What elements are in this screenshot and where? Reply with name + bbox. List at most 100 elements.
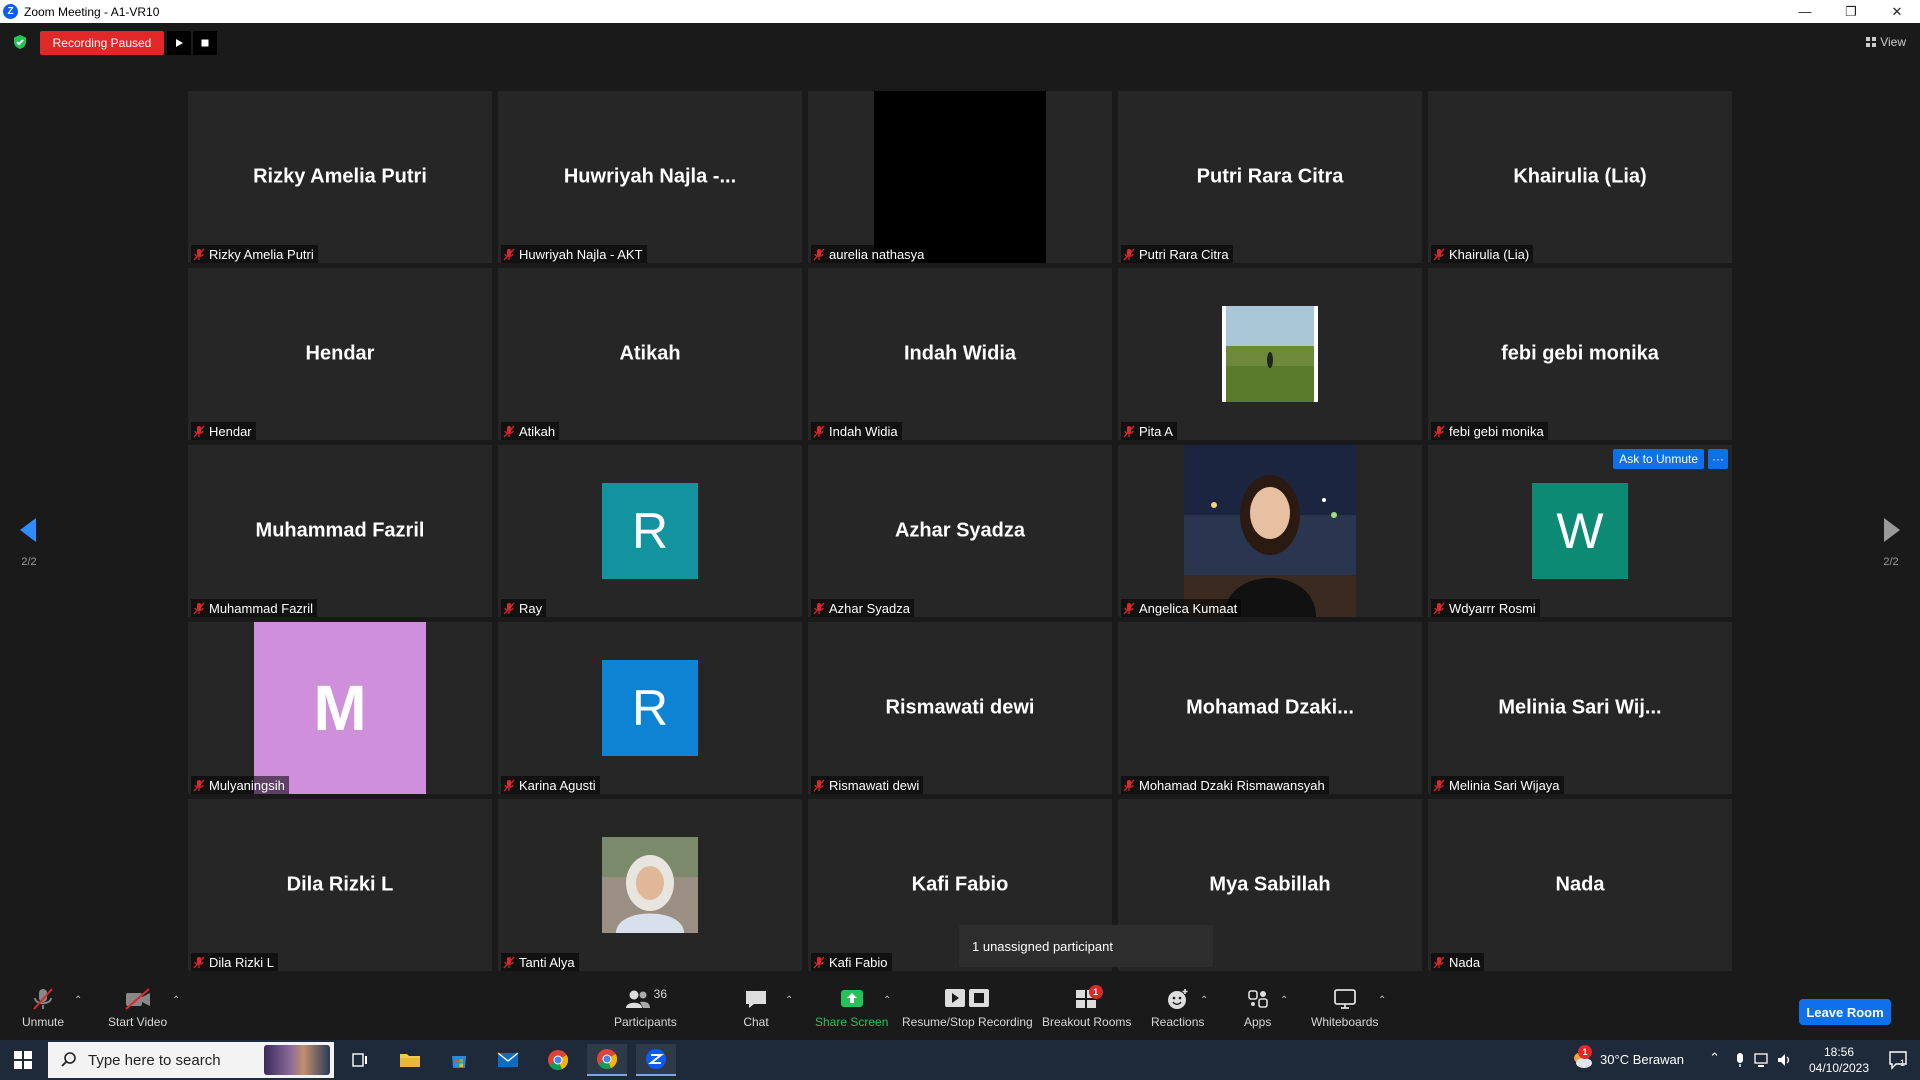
participant-label-text: Indah Widia	[829, 423, 898, 439]
participant-label-text: febi gebi monika	[1449, 423, 1544, 439]
participant-tile[interactable]: Putri Rara Citra Putri Rara Citra	[1118, 91, 1422, 263]
chrome-icon[interactable]	[538, 1044, 578, 1076]
start-video-label: Start Video	[108, 1015, 168, 1029]
minimize-button[interactable]: —	[1782, 0, 1828, 23]
participant-label-text: Melinia Sari Wijaya	[1449, 777, 1560, 793]
recording-controls-icon	[945, 989, 990, 1007]
zoom-app-icon[interactable]	[636, 1044, 676, 1076]
shield-check-icon[interactable]	[12, 34, 28, 50]
participant-tile[interactable]: M Mulyaningsih	[188, 622, 492, 794]
windows-start-icon[interactable]	[14, 1051, 32, 1069]
participant-tile[interactable]: Angelica Kumaat	[1118, 445, 1422, 617]
whiteboards-options-caret-icon[interactable]: ⌃	[1378, 995, 1386, 1006]
more-options-button[interactable]: ···	[1708, 449, 1728, 469]
participants-icon	[625, 990, 650, 1008]
mic-muted-icon	[193, 602, 205, 614]
participant-display-name: Khairulia (Lia)	[1513, 165, 1647, 188]
participant-name-label: Rizky Amelia Putri	[191, 245, 318, 263]
participant-tile[interactable]: Rismawati dewi Rismawati dewi	[808, 622, 1112, 794]
participant-tile[interactable]: Khairulia (Lia) Khairulia (Lia)	[1428, 91, 1732, 263]
unmute-button[interactable]: Unmute	[22, 987, 64, 1029]
leave-room-button[interactable]: Leave Room	[1799, 999, 1891, 1025]
chat-options-caret-icon[interactable]: ⌃	[785, 995, 793, 1006]
stop-recording-button[interactable]	[193, 31, 217, 55]
notification-center-icon[interactable]: 1	[1888, 1050, 1908, 1073]
weather-alert-badge: 1	[1578, 1045, 1592, 1059]
share-options-caret-icon[interactable]: ⌃	[883, 995, 891, 1006]
previous-page-arrow-icon[interactable]	[14, 515, 44, 545]
participant-tile[interactable]: Indah Widia Indah Widia	[808, 268, 1112, 440]
participant-tile[interactable]: Rizky Amelia Putri Rizky Amelia Putri	[188, 91, 492, 263]
share-screen-icon	[840, 990, 863, 1007]
chat-icon	[746, 991, 766, 1008]
play-icon	[176, 39, 183, 47]
participant-tile[interactable]: Hendar Hendar	[188, 268, 492, 440]
participant-display-name: Hendar	[305, 342, 375, 365]
reactions-options-caret-icon[interactable]: ⌃	[1200, 995, 1208, 1006]
participant-display-name: Azhar Syadza	[894, 519, 1026, 542]
participant-tile[interactable]: Dila Rizki L Dila Rizki L	[188, 799, 492, 971]
chat-button[interactable]: Chat	[743, 987, 769, 1029]
volume-icon[interactable]	[1776, 1052, 1792, 1068]
participant-display-name: Rismawati dewi	[885, 696, 1035, 719]
file-explorer-icon[interactable]	[390, 1044, 430, 1076]
participant-gallery: Rizky Amelia Putri Rizky Amelia Putri Hu…	[188, 91, 1732, 971]
reactions-button[interactable]: Reactions	[1151, 987, 1204, 1029]
participant-tile[interactable]: Muhammad Fazril Muhammad Fazril	[188, 445, 492, 617]
weather-icon[interactable]: 1	[1570, 1045, 1594, 1074]
ask-to-unmute-button[interactable]: Ask to Unmute	[1613, 449, 1704, 469]
participant-tile[interactable]: Mohamad Dzaki... Mohamad Dzaki Rismawans…	[1118, 622, 1422, 794]
participant-tile[interactable]: Nada Nada	[1428, 799, 1732, 971]
apps-button[interactable]: Apps	[1244, 987, 1271, 1029]
chat-label: Chat	[743, 1015, 769, 1029]
participant-tile[interactable]: Atikah Atikah	[498, 268, 802, 440]
participant-name-label: Azhar Syadza	[811, 599, 914, 617]
participant-label-text: Karina Agusti	[519, 777, 596, 793]
resume-recording-button[interactable]	[167, 31, 191, 55]
video-options-caret-icon[interactable]: ⌃	[172, 995, 180, 1006]
participant-name-label: Melinia Sari Wijaya	[1431, 776, 1564, 794]
mic-muted-icon	[503, 248, 515, 260]
microsoft-store-icon[interactable]	[439, 1044, 479, 1076]
close-button[interactable]: ✕	[1874, 0, 1920, 23]
breakout-rooms-button[interactable]: 1 Breakout Rooms	[1042, 985, 1131, 1029]
start-video-button[interactable]: Start Video	[108, 987, 167, 1029]
meeting-toolbar: Unmute ⌃ Start Video ⌃ 36 Participants C…	[0, 981, 1920, 1040]
video-off-icon	[124, 988, 150, 1010]
chrome-profile-icon[interactable]	[587, 1044, 627, 1076]
mic-muted-icon	[1433, 425, 1445, 437]
participant-tile[interactable]: Pita A	[1118, 268, 1422, 440]
participant-tile[interactable]: Huwriyah Najla -... Huwriyah Najla - AKT	[498, 91, 802, 263]
participant-tile[interactable]: W Ask to Unmute ··· Wdyarrr Rosmi	[1428, 445, 1732, 617]
avatar-initial: W	[1532, 483, 1628, 579]
resume-stop-recording-button[interactable]: Resume/Stop Recording	[902, 987, 1033, 1029]
audio-options-caret-icon[interactable]: ⌃	[74, 995, 82, 1006]
clock[interactable]: 18:56 04/10/2023	[1804, 1044, 1874, 1076]
microphone-tray-icon[interactable]	[1734, 1052, 1746, 1068]
participant-tile[interactable]: aurelia nathasya	[808, 91, 1112, 263]
participant-tile[interactable]: Tanti Alya	[498, 799, 802, 971]
participant-name-label: Pita A	[1121, 422, 1177, 440]
restore-button[interactable]: ❐	[1828, 0, 1874, 23]
show-hidden-icons-caret-icon[interactable]: ⌃	[1709, 1050, 1720, 1066]
taskbar-search-box[interactable]: Type here to search	[48, 1042, 334, 1078]
whiteboards-button[interactable]: Whiteboards	[1311, 987, 1378, 1029]
participant-tile[interactable]: R Ray	[498, 445, 802, 617]
mic-off-icon	[33, 988, 53, 1010]
participant-name-label: Muhammad Fazril	[191, 599, 318, 617]
participant-label-text: Huwriyah Najla - AKT	[519, 246, 643, 262]
share-screen-button[interactable]: Share Screen	[815, 987, 888, 1029]
participant-tile[interactable]: R Karina Agusti	[498, 622, 802, 794]
whiteboard-icon	[1333, 989, 1356, 1009]
apps-options-caret-icon[interactable]: ⌃	[1280, 995, 1288, 1006]
participant-tile[interactable]: febi gebi monika febi gebi monika	[1428, 268, 1732, 440]
participant-tile[interactable]: Azhar Syadza Azhar Syadza	[808, 445, 1112, 617]
participant-tile[interactable]: Melinia Sari Wij... Melinia Sari Wijaya	[1428, 622, 1732, 794]
participant-label-text: Angelica Kumaat	[1139, 600, 1238, 616]
task-view-icon[interactable]	[340, 1044, 380, 1076]
mail-icon[interactable]	[488, 1044, 528, 1076]
view-button[interactable]: View	[1866, 35, 1906, 49]
next-page-arrow-icon[interactable]	[1876, 515, 1906, 545]
network-icon[interactable]	[1754, 1052, 1770, 1068]
participants-button[interactable]: 36 Participants	[614, 987, 677, 1029]
